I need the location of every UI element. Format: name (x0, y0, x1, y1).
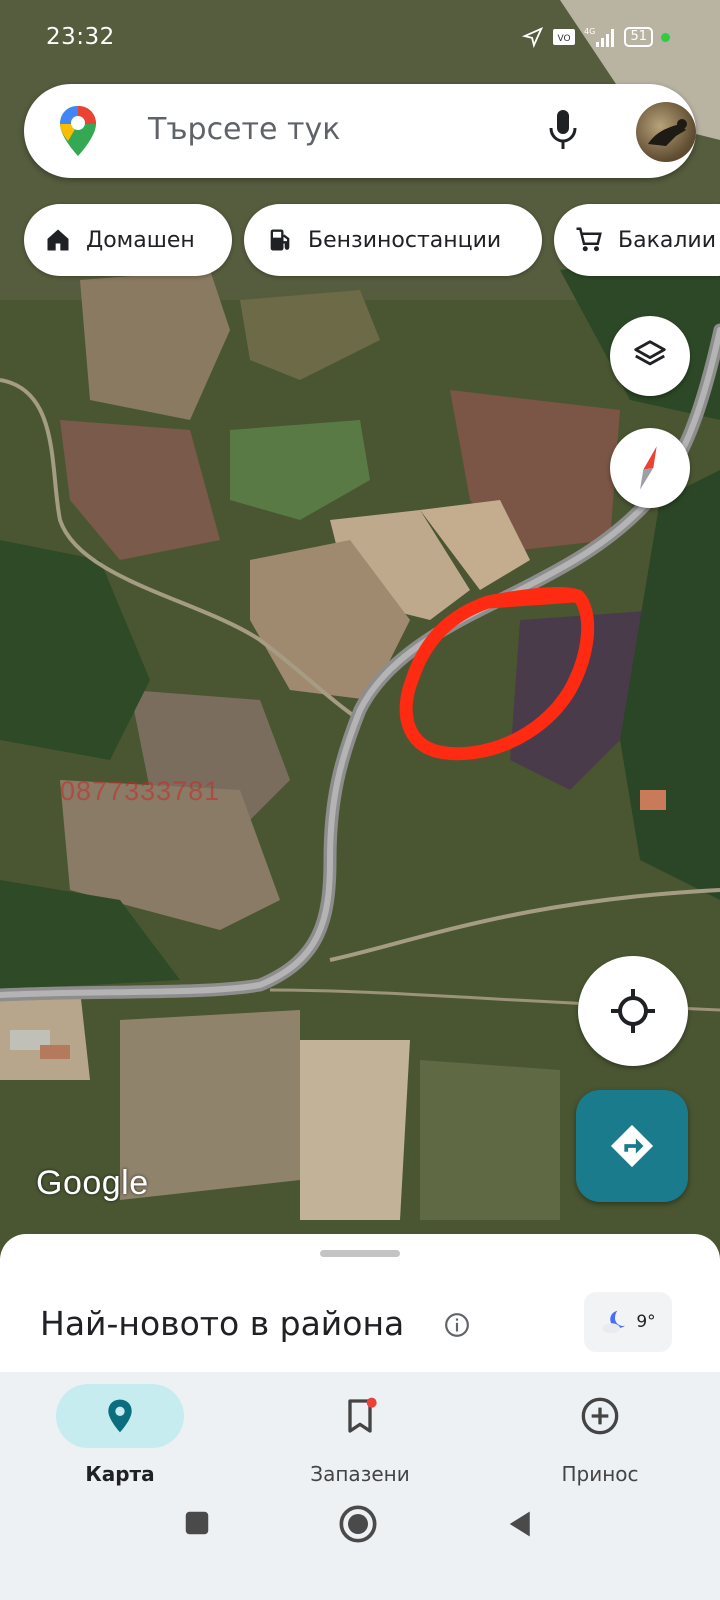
weather-chip[interactable]: 9° (584, 1292, 672, 1352)
building (40, 1045, 70, 1059)
sheet-title: Най-новото в района (40, 1304, 405, 1343)
compass-icon (640, 446, 657, 490)
directions-icon (610, 1124, 654, 1168)
chip-gas-stations[interactable]: Бензиностанции (244, 204, 542, 276)
search-input[interactable]: Търсете тук (148, 112, 340, 147)
system-navigation-bar (0, 1490, 720, 1600)
nav-saved[interactable]: Запазени (240, 1372, 480, 1490)
chip-groceries[interactable]: Бакалии (554, 204, 720, 276)
my-location-icon (611, 989, 655, 1033)
home-button[interactable] (338, 1504, 378, 1548)
chip-label: Бензиностанции (308, 227, 502, 253)
recents-button[interactable] (182, 1508, 212, 1542)
chip-label: Бакалии (618, 227, 717, 253)
privacy-dot (661, 32, 670, 42)
nav-icon-wrap (536, 1384, 664, 1448)
field (420, 1060, 560, 1220)
signal-icon: 4G (584, 26, 616, 48)
nav-icon-wrap (296, 1384, 424, 1448)
shopping-cart-icon (576, 227, 602, 252)
search-bar[interactable]: Търсете тук (24, 84, 696, 178)
nav-label: Принос (561, 1462, 639, 1486)
layers-button[interactable] (610, 316, 690, 396)
home-icon (47, 229, 69, 251)
google-maps-pin-logo (58, 104, 98, 162)
volte-icon: VO (552, 27, 576, 47)
nav-label: Карта (85, 1462, 155, 1486)
chip-label: Домашен (86, 227, 195, 253)
building (640, 790, 666, 810)
chip-home[interactable]: Домашен (24, 204, 232, 276)
layers-icon (634, 340, 666, 366)
add-circle-icon (581, 1397, 619, 1435)
bottom-navigation: Карта Запазени Принос (0, 1372, 720, 1490)
location-arrow-icon (522, 26, 544, 48)
microphone-icon[interactable] (548, 108, 578, 156)
account-avatar[interactable] (636, 102, 696, 162)
my-location-button[interactable] (578, 956, 688, 1066)
nav-explore[interactable]: Карта (0, 1372, 240, 1490)
compass-button[interactable] (610, 428, 690, 508)
battery-icon: 51 (624, 27, 653, 47)
phone-watermark: 0877333781 (60, 776, 221, 806)
weather-temperature: 9° (636, 1312, 656, 1332)
directions-button[interactable] (576, 1090, 688, 1202)
nav-label: Запазени (310, 1462, 410, 1486)
explore-sheet[interactable]: Най-новото в района 9° (0, 1234, 720, 1372)
info-icon[interactable] (444, 1312, 470, 1342)
nav-contribute[interactable]: Принос (480, 1372, 720, 1490)
map-pin-icon (108, 1399, 132, 1433)
status-icons: VO 4G 51 (522, 26, 670, 48)
google-logo: Google (36, 1164, 149, 1202)
status-time: 23:32 (46, 24, 115, 50)
gas-station-icon (270, 229, 290, 251)
back-button[interactable] (506, 1508, 536, 1544)
night-cloud-icon (602, 1310, 626, 1334)
sheet-drag-handle[interactable] (320, 1250, 400, 1257)
svg-text:4G: 4G (584, 27, 595, 36)
svg-text:VO: VO (558, 34, 571, 44)
nav-active-indicator (56, 1384, 184, 1448)
field (300, 1040, 410, 1220)
bookmark-icon (348, 1397, 377, 1433)
